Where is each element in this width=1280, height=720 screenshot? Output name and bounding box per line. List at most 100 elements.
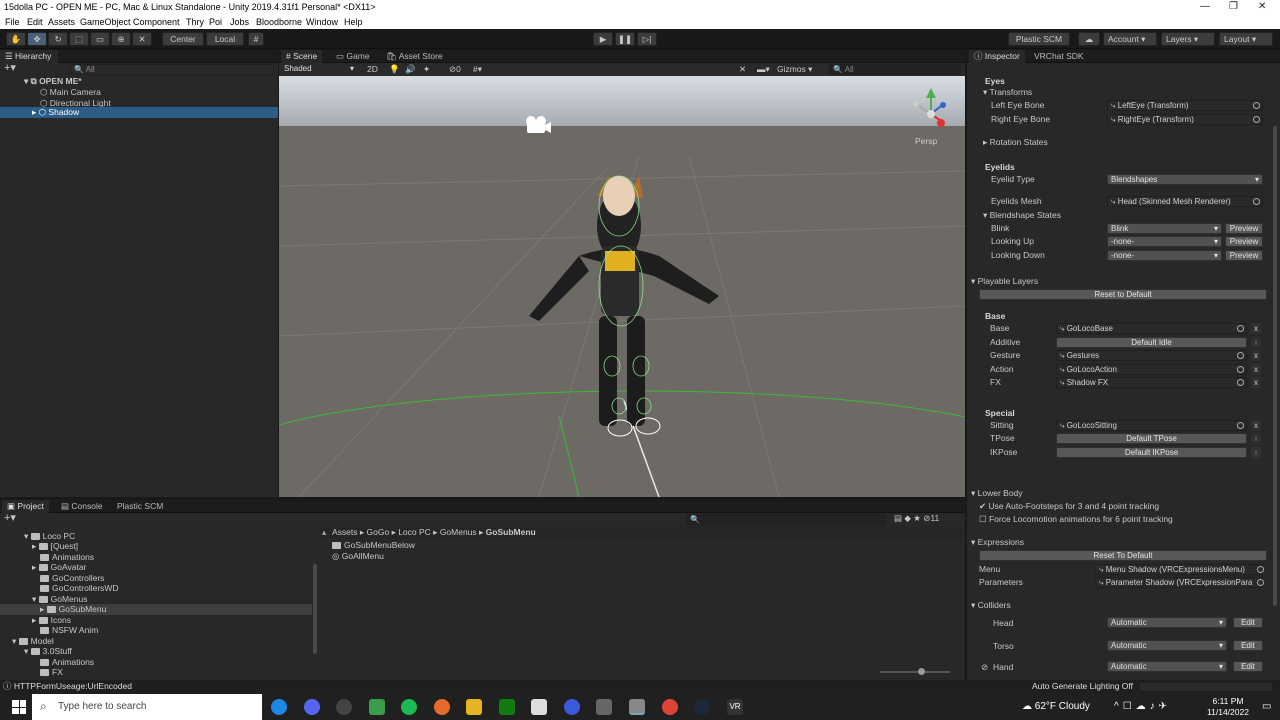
remove-layer-button[interactable]: x bbox=[1251, 350, 1261, 361]
audio-icon[interactable]: 🔊 bbox=[405, 64, 416, 75]
minimize-icon[interactable]: — bbox=[1200, 1, 1210, 12]
object-picker-icon[interactable] bbox=[1237, 422, 1244, 429]
pivot-local-button[interactable]: Local bbox=[206, 32, 244, 46]
rotate-tool-icon[interactable]: ↻ bbox=[48, 32, 68, 46]
discord-icon[interactable] bbox=[304, 699, 320, 715]
chrome-icon[interactable] bbox=[662, 699, 678, 715]
object-picker-icon[interactable] bbox=[1257, 566, 1264, 573]
object-picker-icon[interactable] bbox=[1237, 366, 1244, 373]
move-tool-icon[interactable]: ✥ bbox=[27, 32, 47, 46]
collider-torso-dropdown[interactable]: Automatic bbox=[1107, 640, 1227, 651]
grid-snap-icon[interactable]: # bbox=[248, 32, 264, 46]
tab-game[interactable]: ▭ Game bbox=[331, 50, 375, 63]
object-picker-icon[interactable] bbox=[1237, 352, 1244, 359]
menu-thry[interactable]: Thry bbox=[186, 17, 204, 27]
weather-widget[interactable]: ☁ 62°F Cloudy bbox=[1022, 701, 1090, 712]
auto-footsteps-checkbox[interactable]: ✔ Use Auto-Footsteps for 3 and 4 point t… bbox=[979, 501, 1159, 512]
lighting-icon[interactable]: 💡 bbox=[389, 64, 400, 75]
music-icon[interactable] bbox=[336, 699, 352, 715]
camera-icon[interactable]: ▬▾ bbox=[757, 64, 770, 75]
asset-folder[interactable]: GoSubMenuBelow bbox=[332, 540, 415, 551]
asset-menu[interactable]: ◎ GoAllMenu bbox=[332, 551, 384, 562]
blink-dropdown[interactable]: Blink bbox=[1107, 223, 1222, 234]
edge-icon[interactable] bbox=[271, 699, 287, 715]
tpose-default-button[interactable]: Default TPose bbox=[1056, 433, 1247, 444]
menu-edit[interactable]: Edit bbox=[27, 17, 43, 27]
action-layer-field[interactable]: ⤷ GoLocoAction bbox=[1056, 364, 1247, 375]
force-locomotion-checkbox[interactable]: ☐ Force Locomotion animations for 6 poin… bbox=[979, 514, 1173, 525]
windows-start-icon[interactable] bbox=[12, 700, 26, 714]
tree-folder[interactable]: ▾ 3.0Stuff bbox=[24, 646, 72, 657]
tab-scene[interactable]: # Scene bbox=[281, 50, 323, 63]
tree-folder[interactable]: ▸ GoAvatar bbox=[32, 562, 86, 573]
layout-dropdown[interactable]: Layout ▾ bbox=[1219, 32, 1273, 46]
tab-console[interactable]: ▤ Console bbox=[56, 500, 108, 513]
expressions-reset-button[interactable]: Reset To Default bbox=[979, 550, 1267, 561]
add-icon[interactable]: +▾ bbox=[4, 63, 16, 74]
collider-edit-button[interactable]: Edit bbox=[1233, 661, 1263, 672]
crunchyroll-icon[interactable] bbox=[434, 699, 450, 715]
additive-default-button[interactable]: Default Idle bbox=[1056, 337, 1247, 348]
step-button[interactable]: ▷| bbox=[637, 32, 657, 46]
transform-tool-icon[interactable]: ⊕ bbox=[111, 32, 131, 46]
unity-hub-icon[interactable] bbox=[596, 699, 612, 715]
taskbar-search-input[interactable]: ⌕ Type here to search bbox=[32, 694, 262, 720]
remove-layer-button[interactable]: x bbox=[1251, 420, 1261, 431]
blendshape-states-foldout[interactable]: ▾ Blendshape States bbox=[983, 210, 1061, 221]
create-icon[interactable]: +▾ bbox=[4, 513, 16, 524]
tree-folder[interactable]: NSFW Anim bbox=[40, 625, 98, 636]
menu-poi[interactable]: Poi bbox=[209, 17, 222, 27]
hierarchy-search-input[interactable]: 🔍 All bbox=[70, 64, 274, 75]
menu-jobs[interactable]: Jobs bbox=[230, 17, 249, 27]
file-explorer-icon[interactable] bbox=[466, 699, 482, 715]
remove-layer-button[interactable]: x bbox=[1251, 364, 1261, 375]
lower-body-foldout[interactable]: ▾ Lower Body bbox=[971, 488, 1023, 499]
project-search-input[interactable]: 🔍 bbox=[686, 514, 886, 525]
inspector-scrollbar[interactable] bbox=[1273, 126, 1277, 606]
tab-vrchat-sdk[interactable]: VRChat SDK bbox=[1029, 50, 1089, 63]
link-icon[interactable]: ⊘ bbox=[981, 662, 988, 673]
object-picker-icon[interactable] bbox=[1237, 325, 1244, 332]
collider-hand-dropdown[interactable]: Automatic bbox=[1107, 661, 1227, 672]
close-icon[interactable]: ✕ bbox=[1258, 1, 1266, 12]
remove-layer-button[interactable]: x bbox=[1251, 323, 1261, 334]
spotify-icon[interactable] bbox=[401, 699, 417, 715]
xbox-icon[interactable] bbox=[499, 699, 515, 715]
fx-layer-field[interactable]: ⤷ Shadow FX bbox=[1056, 377, 1247, 388]
collider-edit-button[interactable]: Edit bbox=[1233, 617, 1263, 628]
account-dropdown[interactable]: Account ▾ bbox=[1103, 32, 1157, 46]
hidden-objects-icon[interactable]: ⊘0 bbox=[449, 64, 461, 75]
toggle-2d-button[interactable]: 2D bbox=[367, 64, 378, 75]
object-picker-icon[interactable] bbox=[1257, 579, 1264, 586]
notification-icon[interactable]: ▭ bbox=[1262, 701, 1271, 712]
looking-down-preview-button[interactable]: Preview bbox=[1225, 250, 1263, 261]
gesture-layer-field[interactable]: ⤷ Gestures bbox=[1056, 350, 1247, 361]
breadcrumb-item[interactable]: Loco PC bbox=[398, 527, 431, 537]
menu-bloodborne[interactable]: Bloodborne bbox=[256, 17, 302, 27]
ikpose-default-button[interactable]: Default IKPose bbox=[1056, 447, 1247, 458]
filter-icons[interactable]: ▤ ◆ ★ ⊘11 bbox=[894, 513, 939, 524]
breadcrumb-item-current[interactable]: GoSubMenu bbox=[486, 527, 536, 537]
zoom-slider[interactable] bbox=[880, 671, 950, 673]
object-picker-icon[interactable] bbox=[1237, 379, 1244, 386]
maximize-icon[interactable]: ❐ bbox=[1229, 1, 1238, 12]
breadcrumb-item[interactable]: Assets bbox=[332, 527, 358, 537]
breadcrumb-item[interactable]: GoGo bbox=[367, 527, 390, 537]
expressions-foldout[interactable]: ▾ Expressions bbox=[971, 537, 1024, 548]
cloud-icon[interactable]: ☁ bbox=[1078, 32, 1100, 46]
pause-button[interactable]: ❚❚ bbox=[615, 32, 635, 46]
menu-help[interactable]: Help bbox=[344, 17, 363, 27]
vpn-icon[interactable] bbox=[564, 699, 580, 715]
scene-viewport[interactable]: Persp bbox=[279, 76, 965, 497]
looking-up-dropdown[interactable]: -none- bbox=[1107, 236, 1222, 247]
menu-assets[interactable]: Assets bbox=[48, 17, 75, 27]
unity-editor-icon[interactable] bbox=[629, 699, 645, 715]
object-picker-icon[interactable] bbox=[1253, 116, 1260, 123]
playable-layers-foldout[interactable]: ▾ Playable Layers bbox=[971, 276, 1038, 287]
tools-icon[interactable]: ✕ bbox=[739, 64, 746, 75]
remove-layer-button[interactable]: x bbox=[1251, 377, 1261, 388]
eyelid-type-dropdown[interactable]: Blendshapes bbox=[1107, 174, 1263, 185]
expressions-menu-field[interactable]: ⤷ Menu Shadow (VRCExpressionsMenu) bbox=[1095, 564, 1263, 575]
store-icon[interactable] bbox=[369, 699, 385, 715]
tree-folder-selected[interactable]: ▸ GoSubMenu bbox=[0, 604, 312, 615]
